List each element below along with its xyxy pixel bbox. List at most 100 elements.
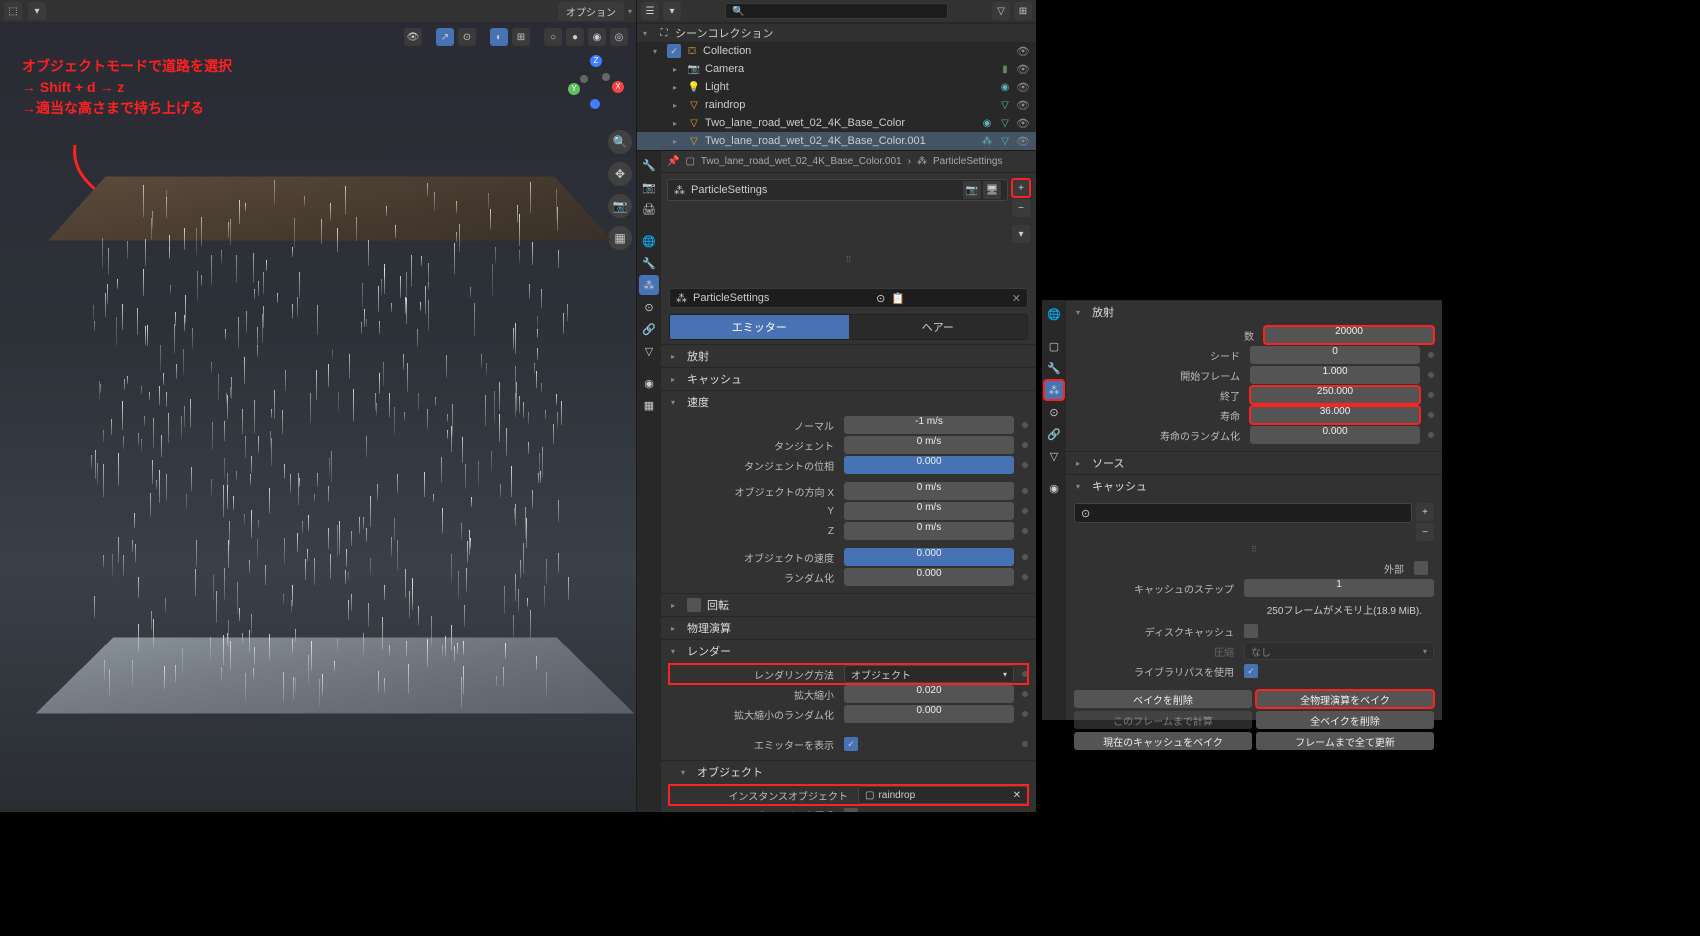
outliner-type-icon[interactable]: ☰ <box>641 2 659 20</box>
rotation-panel-header[interactable]: ▸回転 <box>661 593 1036 616</box>
render-panel-header[interactable]: ▾レンダー <box>661 639 1036 662</box>
cache-panel-header[interactable]: ▾キャッシュ <box>1066 474 1442 497</box>
scale-input[interactable]: 0.020 <box>844 685 1014 703</box>
obj-vel-input[interactable]: 0.000 <box>844 548 1014 566</box>
gizmo-neg-axis[interactable] <box>580 75 588 83</box>
tab-physics[interactable]: ⊙ <box>1044 402 1064 422</box>
physics-panel-header[interactable]: ▸物理演算 <box>661 616 1036 639</box>
tab-particles[interactable]: ⁂ <box>1044 380 1064 400</box>
disclosure-icon[interactable]: ▸ <box>673 83 683 92</box>
tab-physics[interactable]: ⊙ <box>639 297 659 317</box>
tab-modifiers[interactable]: ▽ <box>639 341 659 361</box>
nav-gizmo[interactable]: Z X Y <box>568 55 624 111</box>
outliner-item-row[interactable]: ▸▽raindrop▽👁 <box>637 96 1036 114</box>
shading-rendered-icon[interactable]: ◎ <box>610 28 628 46</box>
render-method-select[interactable]: オブジェクト▾ <box>844 665 1014 683</box>
outliner-scene-row[interactable]: ▾⛶シーンコレクション <box>637 24 1036 42</box>
emitter-tab[interactable]: エミッター <box>670 315 849 339</box>
keyframe-dot[interactable] <box>1428 352 1434 358</box>
tab-material[interactable]: ◉ <box>1044 478 1064 498</box>
gizmo-toggle-icon[interactable]: ↗ <box>436 28 454 46</box>
add-cache-button[interactable]: + <box>1416 503 1434 521</box>
life-rand-input[interactable]: 0.000 <box>1250 426 1420 444</box>
count-input[interactable]: 20000 <box>1264 326 1434 344</box>
gizmo-z-axis[interactable]: Z <box>590 55 602 67</box>
tab-render[interactable]: ▢ <box>1044 336 1064 356</box>
drag-handle[interactable]: ⠿ <box>667 255 1030 264</box>
visibility-icon[interactable]: 👁 <box>1016 81 1030 94</box>
particle-name-field[interactable]: ⁂ ParticleSettings ⊙ 📋 ✕ <box>669 288 1028 308</box>
obj-align-z-input[interactable]: 0 m/s <box>844 522 1014 540</box>
seed-input[interactable]: 0 <box>1250 346 1420 364</box>
editor-type-icon[interactable]: ⬚ <box>4 2 22 20</box>
keyframe-dot[interactable] <box>1022 528 1028 534</box>
disclosure-icon[interactable]: ▾ <box>643 29 653 38</box>
particle-specials-button[interactable]: ▾ <box>1012 225 1030 243</box>
collection-checkbox[interactable]: ✓ <box>667 44 681 58</box>
global-checkbox[interactable] <box>844 808 858 812</box>
mode-icon[interactable]: ▾ <box>28 2 46 20</box>
outliner-collection-row[interactable]: ▾✓⛋Collection👁 <box>637 42 1036 60</box>
keyframe-dot[interactable] <box>1022 554 1028 560</box>
start-input[interactable]: 1.000 <box>1250 366 1420 384</box>
velocity-panel-header[interactable]: ▾速度 <box>661 390 1036 413</box>
visibility-icon[interactable]: 👁 <box>1016 117 1030 130</box>
visibility-icon[interactable]: 👁 <box>1016 63 1030 76</box>
scale-rand-input[interactable]: 0.000 <box>844 705 1014 723</box>
shading-wire-icon[interactable]: ⊞ <box>512 28 530 46</box>
viewport-3d[interactable]: ⬚ ▾ オプション ▾ 👁 ↗ ⊙ ◐ ⊞ ○ ● ◉ ◎ Z X Y 🔍 ✥ … <box>0 0 636 812</box>
obj-align-x-input[interactable]: 0 m/s <box>844 482 1014 500</box>
disclosure-icon[interactable]: ▸ <box>673 101 683 110</box>
options-dropdown[interactable]: オプション <box>558 2 624 21</box>
normal-input[interactable]: -1 m/s <box>844 416 1014 434</box>
visibility-icon[interactable]: 👁 <box>1016 99 1030 112</box>
gizmo-y-axis[interactable]: Y <box>568 83 580 95</box>
tab-constraints[interactable]: 🔗 <box>639 319 659 339</box>
keyframe-dot[interactable] <box>1022 691 1028 697</box>
render-toggle-icon[interactable]: 📷 <box>963 181 981 199</box>
outliner-item-row[interactable]: ▸📷Camera▮👁 <box>637 60 1036 78</box>
keyframe-dot[interactable] <box>1022 488 1028 494</box>
outliner-item-row[interactable]: ▸▽Two_lane_road_wet_02_4K_Base_Color.001… <box>637 132 1036 150</box>
perspective-icon[interactable]: ▦ <box>608 226 632 250</box>
pin-icon[interactable]: 📌 <box>667 156 679 167</box>
tab-wrench[interactable]: 🔧 <box>1044 358 1064 378</box>
cache-step-input[interactable]: 1 <box>1244 579 1434 597</box>
keyframe-dot[interactable] <box>1428 372 1434 378</box>
breadcrumb-object[interactable]: Two_lane_road_wet_02_4K_Base_Color.001 <box>701 156 902 167</box>
shield-icon[interactable]: ⊙ <box>876 292 885 305</box>
emission-panel-header[interactable]: ▸放射 <box>661 344 1036 367</box>
unlink-icon[interactable]: ✕ <box>1012 292 1021 305</box>
show-emitter-checkbox[interactable]: ✓ <box>844 737 858 751</box>
keyframe-dot[interactable] <box>1022 422 1028 428</box>
tab-particles[interactable]: ⁂ <box>639 275 659 295</box>
keyframe-dot[interactable] <box>1022 462 1028 468</box>
move-view-icon[interactable]: ✥ <box>608 162 632 186</box>
keyframe-dot[interactable] <box>1428 432 1434 438</box>
xray-icon[interactable]: ◐ <box>490 28 508 46</box>
visibility-icon[interactable]: 👁 <box>1016 45 1030 58</box>
shading-solid-icon[interactable]: ○ <box>544 28 562 46</box>
drag-handle[interactable]: ⠿ <box>1074 545 1434 554</box>
tab-scene[interactable]: 🌐 <box>1044 304 1064 324</box>
outliner-item-row[interactable]: ▸💡Light◉👁 <box>637 78 1036 96</box>
disclosure-icon[interactable]: ▸ <box>673 65 683 74</box>
keyframe-dot[interactable] <box>1428 392 1434 398</box>
particle-slot-row[interactable]: ⁂ ParticleSettings 📷 🖥 <box>667 179 1008 201</box>
outliner-item-row[interactable]: ▸▽Two_lane_road_wet_02_4K_Base_Color◉▽👁 <box>637 114 1036 132</box>
new-collection-icon[interactable]: ⊞ <box>1014 2 1032 20</box>
cache-slot-row[interactable]: ⊙ <box>1074 503 1412 523</box>
filter-icon[interactable]: ▽ <box>992 2 1010 20</box>
disclosure-icon[interactable]: ▸ <box>673 137 683 146</box>
life-input[interactable]: 36.000 <box>1250 406 1420 424</box>
disk-cache-checkbox[interactable] <box>1244 624 1258 638</box>
shading-matcap-icon[interactable]: ● <box>566 28 584 46</box>
external-checkbox[interactable] <box>1414 561 1428 575</box>
tab-texture[interactable]: ▦ <box>639 395 659 415</box>
gizmo-neg-z[interactable] <box>590 99 600 109</box>
keyframe-dot[interactable] <box>1428 412 1434 418</box>
tab-scene[interactable]: 🌐 <box>639 231 659 251</box>
disclosure-icon[interactable]: ▸ <box>673 119 683 128</box>
keyframe-dot[interactable] <box>1022 671 1028 677</box>
keyframe-dot[interactable] <box>1022 508 1028 514</box>
